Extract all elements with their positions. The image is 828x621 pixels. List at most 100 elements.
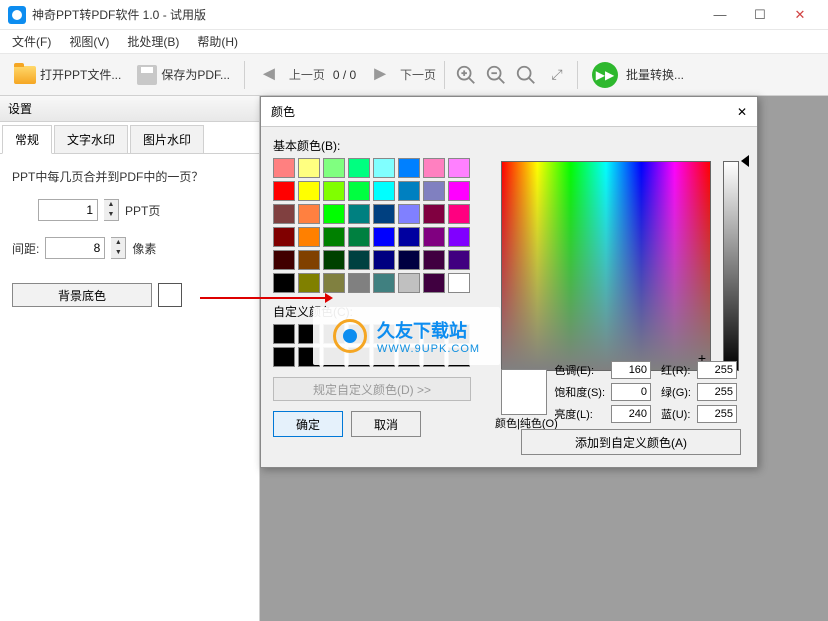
basic-color-cell[interactable] xyxy=(273,204,295,224)
basic-color-cell[interactable] xyxy=(323,273,345,293)
maximize-button[interactable]: ☐ xyxy=(740,1,780,29)
basic-color-cell[interactable] xyxy=(298,204,320,224)
basic-color-cell[interactable] xyxy=(423,181,445,201)
zoom-fit-button[interactable] xyxy=(513,62,539,88)
basic-color-cell[interactable] xyxy=(273,158,295,178)
basic-color-cell[interactable] xyxy=(398,204,420,224)
save-icon xyxy=(137,65,157,85)
ppt-pages-spinner[interactable]: ▲▼ xyxy=(104,199,119,221)
basic-color-cell[interactable] xyxy=(398,273,420,293)
toolbar: 打开PPT文件... 保存为PDF... ◄ 上一页 0 / 0 ► 下一页 ⤢… xyxy=(0,54,828,96)
zoom-out-button[interactable] xyxy=(483,62,509,88)
basic-color-cell[interactable] xyxy=(348,227,370,247)
luminosity-pointer[interactable] xyxy=(735,155,749,167)
custom-color-cell[interactable] xyxy=(273,347,295,367)
basic-color-cell[interactable] xyxy=(323,158,345,178)
prev-page-button[interactable]: ◄ xyxy=(253,61,285,88)
menu-help[interactable]: 帮助(H) xyxy=(193,31,242,52)
basic-color-cell[interactable] xyxy=(273,227,295,247)
basic-color-cell[interactable] xyxy=(373,158,395,178)
close-button[interactable]: ✕ xyxy=(780,1,820,29)
basic-color-cell[interactable] xyxy=(398,181,420,201)
color-gradient-picker[interactable] xyxy=(501,161,711,371)
basic-color-cell[interactable] xyxy=(298,181,320,201)
menu-batch[interactable]: 批处理(B) xyxy=(123,31,183,52)
gap-spinner[interactable]: ▲▼ xyxy=(111,237,126,259)
fullscreen-button[interactable]: ⤢ xyxy=(543,62,569,88)
sat-input[interactable] xyxy=(611,383,651,401)
define-custom-button[interactable]: 规定自定义颜色(D) >> xyxy=(273,377,471,401)
basic-colors-label: 基本颜色(B): xyxy=(273,137,745,154)
basic-color-cell[interactable] xyxy=(448,273,470,293)
annotation-arrow xyxy=(200,297,330,299)
basic-color-cell[interactable] xyxy=(373,273,395,293)
hue-input[interactable] xyxy=(611,361,651,379)
preview-area: 颜色 ✕ 基本颜色(B): 自定义颜色(C): 规定自定义颜色(D) >> 确定… xyxy=(260,96,828,621)
menu-file[interactable]: 文件(F) xyxy=(8,31,55,52)
add-custom-color-button[interactable]: 添加到自定义颜色(A) xyxy=(521,429,741,455)
basic-color-cell[interactable] xyxy=(448,250,470,270)
basic-color-cell[interactable] xyxy=(448,227,470,247)
open-file-button[interactable]: 打开PPT文件... xyxy=(8,62,127,88)
basic-color-cell[interactable] xyxy=(298,227,320,247)
ok-button[interactable]: 确定 xyxy=(273,411,343,437)
basic-color-cell[interactable] xyxy=(323,204,345,224)
basic-color-cell[interactable] xyxy=(348,181,370,201)
red-input[interactable] xyxy=(697,361,737,379)
basic-color-cell[interactable] xyxy=(398,250,420,270)
gap-input[interactable] xyxy=(45,237,105,259)
tab-image-watermark[interactable]: 图片水印 xyxy=(130,125,204,153)
basic-color-cell[interactable] xyxy=(448,181,470,201)
blue-input[interactable] xyxy=(697,405,737,423)
basic-color-cell[interactable] xyxy=(398,158,420,178)
basic-color-cell[interactable] xyxy=(273,250,295,270)
basic-color-cell[interactable] xyxy=(298,273,320,293)
green-input[interactable] xyxy=(697,383,737,401)
basic-color-cell[interactable] xyxy=(448,204,470,224)
menu-view[interactable]: 视图(V) xyxy=(65,31,113,52)
batch-convert-button[interactable]: ▶▶ 批量转换... xyxy=(586,58,690,92)
cancel-button[interactable]: 取消 xyxy=(351,411,421,437)
basic-color-cell[interactable] xyxy=(348,158,370,178)
basic-color-cell[interactable] xyxy=(373,204,395,224)
basic-color-cell[interactable] xyxy=(398,227,420,247)
minimize-button[interactable]: — xyxy=(700,1,740,29)
basic-color-cell[interactable] xyxy=(448,158,470,178)
color-swatch[interactable] xyxy=(158,283,182,307)
tab-text-watermark[interactable]: 文字水印 xyxy=(54,125,128,153)
zoom-in-button[interactable] xyxy=(453,62,479,88)
color-dialog: 颜色 ✕ 基本颜色(B): 自定义颜色(C): 规定自定义颜色(D) >> 确定… xyxy=(260,96,758,468)
blue-label: 蓝(U): xyxy=(661,406,691,422)
save-pdf-button[interactable]: 保存为PDF... xyxy=(131,61,236,89)
background-color-button[interactable]: 背景底色 xyxy=(12,283,152,307)
basic-color-cell[interactable] xyxy=(323,227,345,247)
basic-color-cell[interactable] xyxy=(348,204,370,224)
sidebar-title: 设置 xyxy=(0,96,259,122)
basic-color-cell[interactable] xyxy=(423,250,445,270)
basic-color-cell[interactable] xyxy=(423,273,445,293)
dialog-close-button[interactable]: ✕ xyxy=(737,105,747,119)
tab-general[interactable]: 常规 xyxy=(2,125,52,154)
ppt-pages-input[interactable] xyxy=(38,199,98,221)
basic-color-cell[interactable] xyxy=(323,181,345,201)
basic-color-cell[interactable] xyxy=(273,273,295,293)
basic-color-cell[interactable] xyxy=(423,227,445,247)
basic-color-cell[interactable] xyxy=(298,250,320,270)
basic-color-cell[interactable] xyxy=(373,227,395,247)
dialog-title: 颜色 xyxy=(271,103,295,120)
basic-color-cell[interactable] xyxy=(348,273,370,293)
basic-color-cell[interactable] xyxy=(373,181,395,201)
basic-color-cell[interactable] xyxy=(273,181,295,201)
basic-color-cell[interactable] xyxy=(298,158,320,178)
folder-icon xyxy=(14,66,36,84)
luminosity-slider[interactable] xyxy=(723,161,739,371)
basic-color-cell[interactable] xyxy=(348,250,370,270)
basic-color-cell[interactable] xyxy=(323,250,345,270)
next-page-button[interactable]: ► xyxy=(364,61,396,88)
basic-color-cell[interactable] xyxy=(423,158,445,178)
lum-input[interactable] xyxy=(611,405,651,423)
custom-color-cell[interactable] xyxy=(273,324,295,344)
watermark-url: WWW.9UPK.COM xyxy=(377,343,480,355)
basic-color-cell[interactable] xyxy=(423,204,445,224)
basic-color-cell[interactable] xyxy=(373,250,395,270)
